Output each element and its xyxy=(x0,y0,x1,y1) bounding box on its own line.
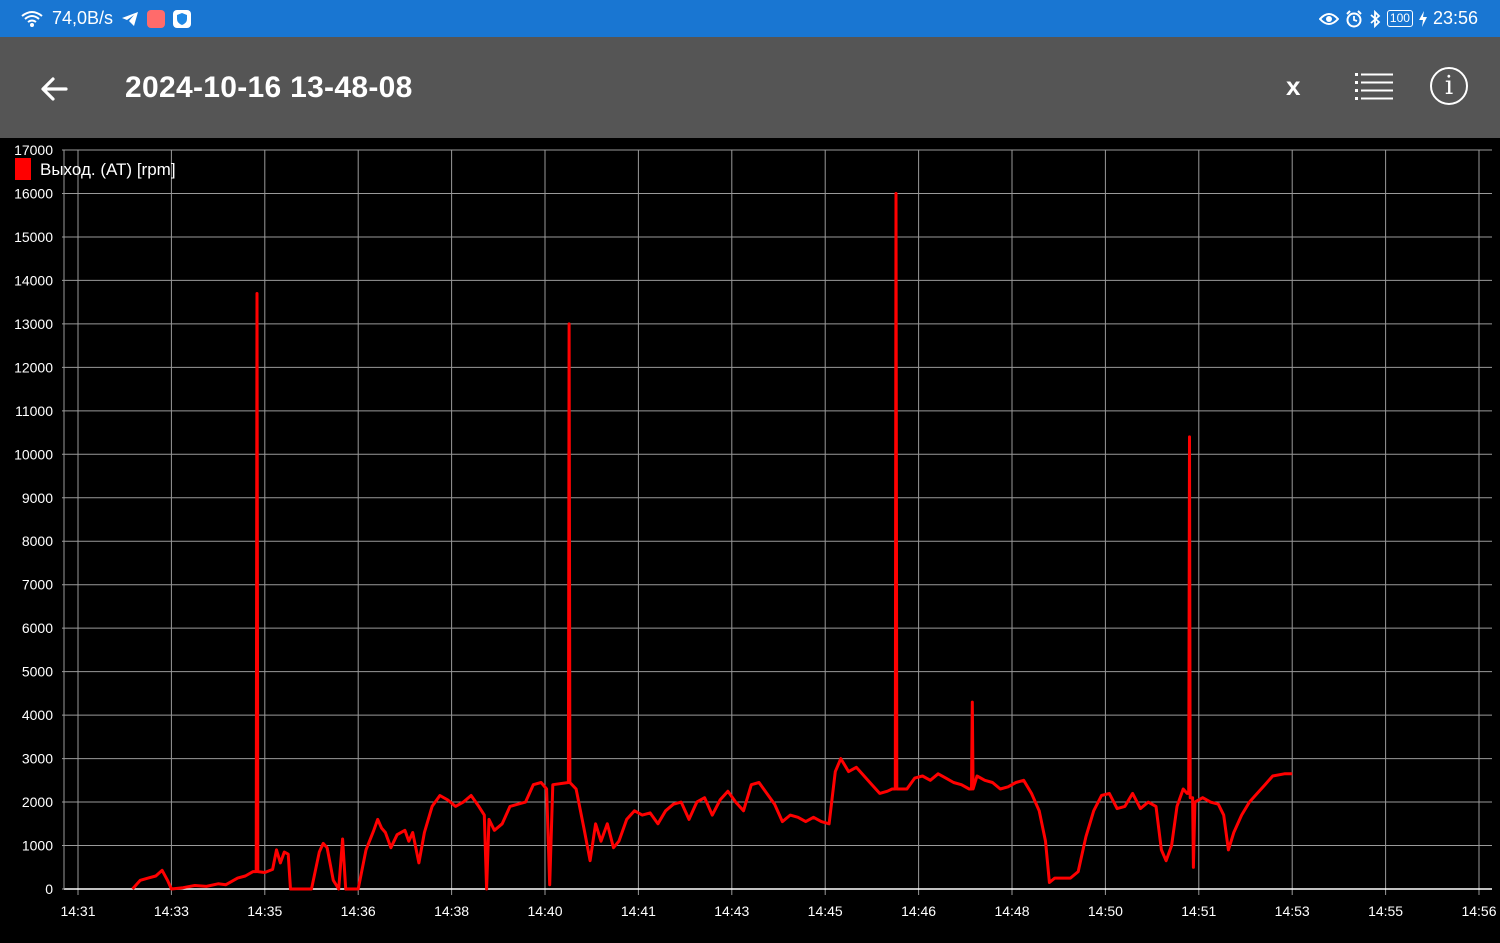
info-button[interactable]: i xyxy=(1430,67,1468,105)
legend-label: Выход. (AT) [rpm] xyxy=(40,160,176,179)
y-tick-label: 17000 xyxy=(14,142,53,158)
shield-icon xyxy=(173,10,191,28)
y-tick-label: 6000 xyxy=(22,620,53,636)
x-tick-label: 14:31 xyxy=(60,903,95,919)
y-tick-label: 9000 xyxy=(22,490,53,506)
page-title: 2024-10-16 13-48-08 xyxy=(125,71,413,105)
list-icon[interactable] xyxy=(1355,71,1395,103)
y-tick-label: 11000 xyxy=(15,403,53,419)
network-speed: 74,0B/s xyxy=(52,8,113,29)
y-tick-label: 8000 xyxy=(22,533,53,549)
x-tick-label: 14:48 xyxy=(994,903,1029,919)
x-tick-label: 14:38 xyxy=(434,903,469,919)
app-notification-icon xyxy=(147,10,165,28)
legend-swatch xyxy=(15,158,31,180)
wifi-icon xyxy=(20,9,44,29)
y-tick-label: 13000 xyxy=(14,316,53,332)
x-tick-label: 14:55 xyxy=(1368,903,1403,919)
battery-icon: 100 xyxy=(1387,10,1413,27)
y-tick-label: 0 xyxy=(45,881,53,897)
x-tick-label: 14:45 xyxy=(808,903,843,919)
chart-svg: 0 1000 2000 3000 4000 5000 6000 7000 8000 9000 100… xyxy=(0,138,1500,938)
x-tick-label: 14:56 xyxy=(1461,903,1496,919)
app-bar: 2024-10-16 13-48-08 x i xyxy=(0,37,1500,138)
bluetooth-icon xyxy=(1369,10,1381,28)
y-tick-label: 7000 xyxy=(22,577,53,593)
clock: 23:56 xyxy=(1433,8,1478,29)
y-tick-label: 14000 xyxy=(14,272,53,288)
x-tick-label: 14:43 xyxy=(714,903,749,919)
y-tick-label: 3000 xyxy=(22,751,53,767)
y-tick-label: 4000 xyxy=(22,707,53,723)
y-tick-label: 12000 xyxy=(14,359,53,375)
y-tick-label: 15000 xyxy=(14,229,53,245)
y-tick-label: 1000 xyxy=(22,838,53,854)
x-tick-label: 14:53 xyxy=(1275,903,1310,919)
x-tick-label: 14:51 xyxy=(1181,903,1216,919)
status-bar: 74,0B/s 100 23:56 xyxy=(0,0,1500,37)
x-tick-label: 14:46 xyxy=(901,903,936,919)
x-tick-label: 14:41 xyxy=(621,903,656,919)
x-tick-label: 14:36 xyxy=(341,903,376,919)
arrow-left-icon[interactable] xyxy=(36,69,76,109)
x-tick-label: 14:33 xyxy=(154,903,189,919)
line-chart[interactable]: 0 1000 2000 3000 4000 5000 6000 7000 8000 9000 100… xyxy=(0,138,1500,938)
x-tick-label: 14:35 xyxy=(247,903,282,919)
x-tick-label: 14:40 xyxy=(527,903,562,919)
charging-icon xyxy=(1419,11,1427,27)
alarm-icon xyxy=(1345,10,1363,28)
eye-icon xyxy=(1319,12,1339,26)
y-tick-label: 2000 xyxy=(22,794,53,810)
y-tick-label: 10000 xyxy=(14,446,53,462)
x-tick-label: 14:50 xyxy=(1088,903,1123,919)
y-tick-label: 5000 xyxy=(22,664,53,680)
telegram-icon xyxy=(121,11,139,27)
x-button[interactable]: x xyxy=(1286,71,1300,102)
y-tick-label: 16000 xyxy=(14,185,53,201)
